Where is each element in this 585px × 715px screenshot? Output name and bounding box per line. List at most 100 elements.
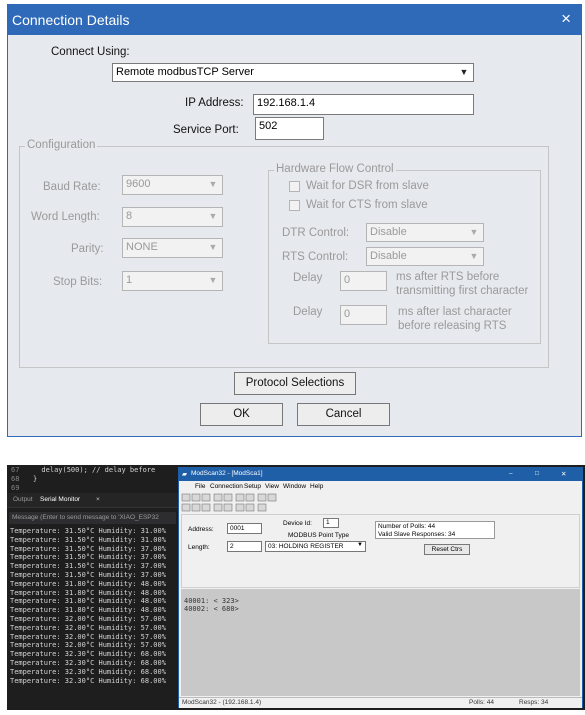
code-line: 67 delay(500); // delay before — [11, 466, 155, 475]
hardware-flow-control-title: Hardware Flow Control — [274, 163, 396, 175]
cancel-button[interactable]: Cancel — [297, 403, 390, 426]
serial-line: Temperature: 31.80°C Humidity: 48.00% — [10, 597, 166, 606]
serial-line: Temperature: 32.30°C Humidity: 68.00% — [10, 667, 166, 676]
serial-message-input[interactable]: Message (Enter to send message to 'XIAO_… — [9, 512, 176, 524]
word-length-label: Word Length: — [31, 211, 100, 223]
stop-bits-label: Stop Bits: — [53, 276, 103, 288]
wait-dsr-checkbox[interactable] — [289, 181, 300, 192]
menu-connection[interactable]: Connection — [210, 483, 243, 490]
address-label: Address: — [188, 526, 214, 533]
serial-line: Temperature: 32.30°C Humidity: 68.00% — [10, 658, 166, 667]
menu-bar: File Connection Setup View Window Help — [179, 482, 582, 492]
dtr-control-label: DTR Control: — [282, 227, 350, 239]
delay-rts-desc-1: ms after RTS before — [396, 271, 500, 283]
ok-button[interactable]: OK — [200, 403, 283, 426]
protocol-selections-button[interactable]: Protocol Selections — [234, 372, 356, 395]
delay-rts-desc-2: transmitting first character — [396, 285, 529, 297]
chevron-down-icon[interactable]: ▼ — [457, 67, 471, 79]
register-40001: 40001: < 323> — [184, 597, 239, 605]
secondary-screenshot: 67 delay(500); // delay before 68} 69 Outp… — [7, 465, 585, 710]
delay-rts-label: Delay — [293, 272, 323, 284]
code-editor: 67 delay(500); // delay before 68} 69 — [7, 465, 178, 492]
serial-line: Temperature: 32.00°C Humidity: 57.00% — [10, 632, 166, 641]
delay-last-char-input[interactable]: 0 — [340, 305, 387, 325]
chevron-down-icon[interactable]: ▼ — [206, 275, 220, 287]
serial-line: Temperature: 31.80°C Humidity: 48.00% — [10, 579, 166, 588]
length-label: Length: — [188, 544, 210, 551]
line-number: 68 — [11, 474, 20, 483]
serial-line: Temperature: 31.80°C Humidity: 48.00% — [10, 588, 166, 597]
ip-address-label: IP Address: — [185, 97, 244, 109]
device-id-label: Device Id: — [283, 520, 312, 527]
code-text: } — [33, 474, 38, 483]
status-responses: Resps: 34 — [519, 699, 549, 706]
connection-details-dialog: Connection Details × Connect Using: Remo… — [7, 4, 582, 437]
chevron-down-icon[interactable]: ▼ — [206, 242, 220, 254]
chevron-down-icon[interactable]: ▼ — [357, 542, 363, 548]
dtr-control-value: Disable — [370, 226, 407, 238]
register-data-area: 40001: < 323> 40002: < 680> — [181, 589, 580, 696]
rts-control-value: Disable — [370, 250, 407, 262]
tab-output[interactable]: Output — [13, 496, 33, 503]
dtr-control-select[interactable]: Disable ▼ — [366, 223, 484, 242]
connect-using-select[interactable]: Remote modbusTCP Server ▼ — [112, 63, 474, 82]
delay-rts-input[interactable]: 0 — [340, 271, 387, 291]
delay-last-char-desc-2: before releasing RTS — [398, 320, 507, 332]
baud-rate-value: 9600 — [126, 178, 151, 190]
valid-slave-responses: Valid Slave Responses: 34 — [378, 531, 456, 538]
serial-line: Temperature: 31.50°C Humidity: 37.00% — [10, 553, 166, 562]
minimize-icon[interactable]: – — [509, 470, 513, 477]
register-40002: 40002: < 680> — [184, 605, 239, 613]
parity-value: NONE — [126, 241, 158, 253]
wait-cts-checkbox[interactable] — [289, 200, 300, 211]
toolbar — [181, 493, 291, 513]
modbus-point-type-label: MODBUS Point Type — [288, 532, 349, 539]
menu-view[interactable]: View — [265, 483, 279, 490]
rts-control-label: RTS Control: — [282, 251, 349, 263]
menu-window[interactable]: Window — [283, 483, 306, 490]
reset-ctrs-button[interactable]: Reset Ctrs — [424, 544, 470, 555]
modscan-title-bar: ▰ ModScan32 - [ModSca1] – □ ✕ — [179, 468, 582, 481]
close-icon[interactable]: ✕ — [561, 470, 566, 478]
modscan-settings-panel: Address: 0001 Length: 2 Device Id: 1 MOD… — [181, 514, 580, 588]
dialog-title-bar: Connection Details × — [8, 5, 581, 35]
chevron-down-icon[interactable]: ▼ — [206, 211, 220, 223]
delay-last-char-desc-1: ms after last character — [398, 306, 512, 318]
menu-file[interactable]: File — [195, 483, 205, 490]
tab-serial-monitor[interactable]: Serial Monitor — [40, 496, 80, 503]
baud-rate-select[interactable]: 9600 ▼ — [122, 175, 223, 195]
wait-cts-label: Wait for CTS from slave — [306, 199, 428, 211]
status-connection: ModScan32 - (192.168.1.4) — [182, 699, 262, 706]
line-number: 69 — [11, 483, 20, 492]
device-id-input[interactable]: 1 — [323, 518, 339, 528]
ip-address-input[interactable]: 192.168.1.4 — [253, 94, 474, 115]
stop-bits-value: 1 — [126, 274, 133, 286]
chevron-down-icon[interactable]: ▼ — [467, 227, 481, 239]
close-icon[interactable]: × — [561, 9, 571, 29]
chevron-down-icon[interactable]: ▼ — [467, 251, 481, 263]
panel-tabs: Output Serial Monitor × — [7, 493, 178, 508]
menu-help[interactable]: Help — [310, 483, 323, 490]
connect-using-label: Connect Using: — [51, 46, 130, 58]
serial-line: Temperature: 31.50°C Humidity: 37.00% — [10, 570, 166, 579]
maximize-icon[interactable]: □ — [535, 470, 539, 477]
wait-dsr-label: Wait for DSR from slave — [306, 180, 429, 192]
toolbar-icons[interactable] — [181, 493, 291, 513]
close-icon[interactable]: × — [96, 496, 100, 503]
service-port-input[interactable]: 502 — [255, 117, 324, 140]
app-icon: ▰ — [182, 471, 187, 478]
point-type-select[interactable]: 03: HOLDING REGISTER ▼ — [265, 541, 366, 552]
status-bar: ModScan32 - (192.168.1.4) Polls: 44 Resp… — [179, 697, 582, 708]
serial-line: Temperature: 31.80°C Humidity: 48.00% — [10, 606, 166, 615]
service-port-label: Service Port: — [173, 124, 239, 136]
serial-line: Temperature: 31.50°C Humidity: 37.00% — [10, 544, 166, 553]
rts-control-select[interactable]: Disable ▼ — [366, 247, 484, 266]
chevron-down-icon[interactable]: ▼ — [206, 179, 220, 191]
address-input[interactable]: 0001 — [227, 523, 262, 534]
menu-setup[interactable]: Setup — [244, 483, 261, 490]
word-length-select[interactable]: 8 ▼ — [122, 207, 223, 227]
length-input[interactable]: 2 — [227, 541, 262, 552]
stop-bits-select[interactable]: 1 ▼ — [122, 271, 223, 291]
status-polls: Polls: 44 — [469, 699, 494, 706]
parity-select[interactable]: NONE ▼ — [122, 238, 223, 258]
